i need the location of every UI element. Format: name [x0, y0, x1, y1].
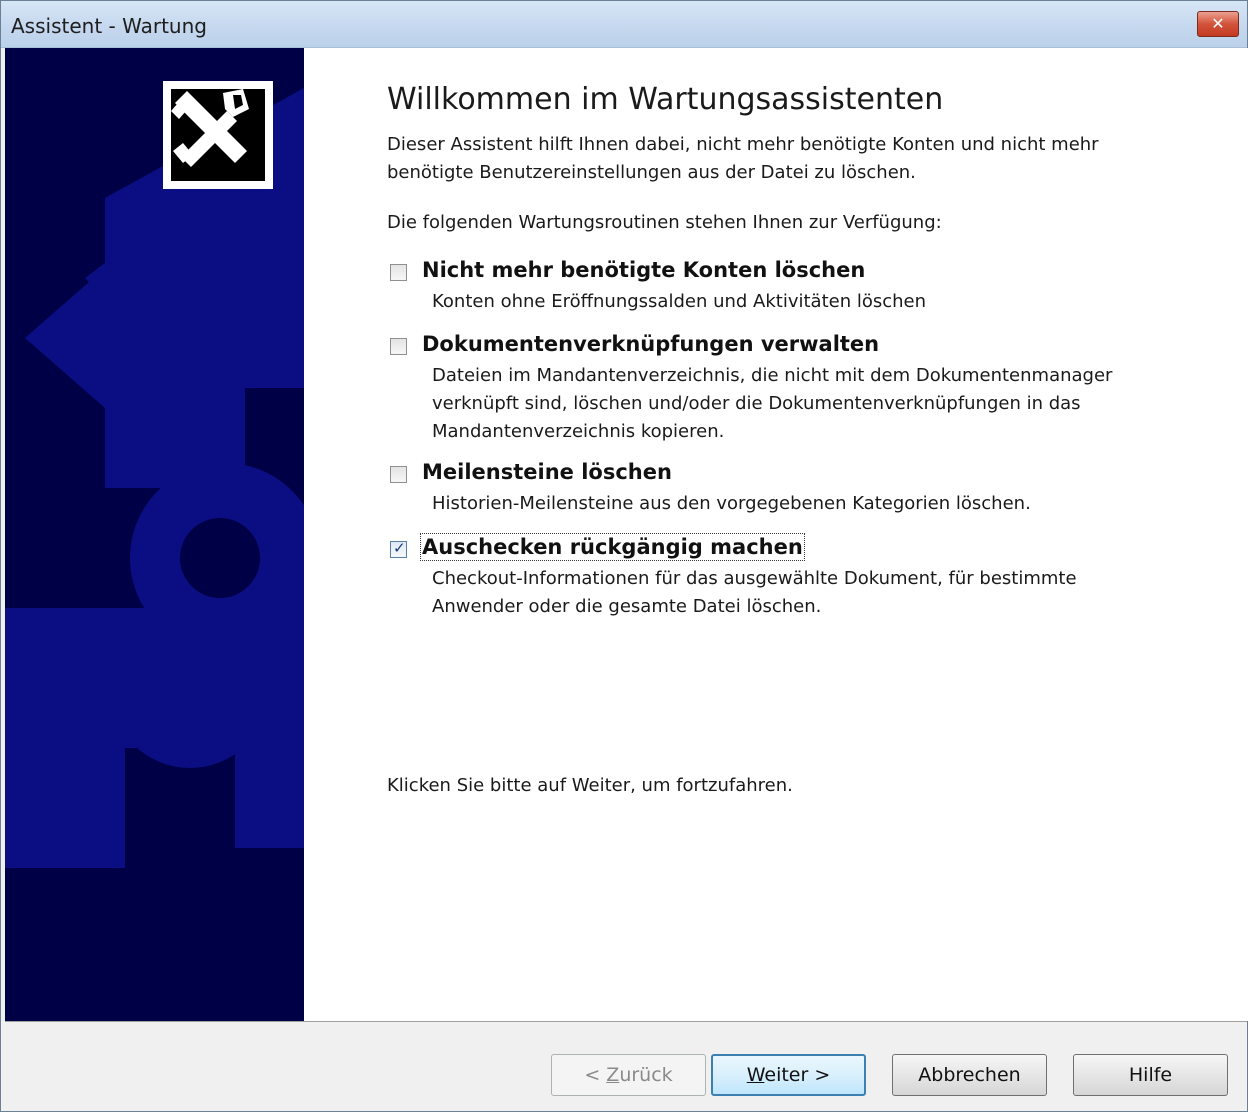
- tools-icon: [163, 81, 273, 189]
- footer-divider: [5, 1021, 1247, 1022]
- option-title[interactable]: Auschecken rückgängig machen: [420, 533, 805, 561]
- intro-text: Dieser Assistent hilft Ihnen dabei, nich…: [387, 134, 1099, 183]
- close-button[interactable]: ✕: [1197, 11, 1239, 37]
- wizard-sidebar: [5, 48, 304, 1021]
- next-button[interactable]: Weiter >: [711, 1054, 866, 1096]
- document-links-checkbox[interactable]: [390, 338, 407, 355]
- continue-hint: Klicken Sie bitte auf Weiter, um fortzuf…: [387, 775, 793, 796]
- option-description: Dateien im Mandantenverzeichnis, die nic…: [432, 365, 1113, 442]
- delete-milestones-checkbox[interactable]: [390, 466, 407, 483]
- back-button-label: urück: [619, 1064, 673, 1086]
- option-title[interactable]: Meilensteine löschen: [422, 460, 672, 484]
- undo-checkout-checkbox[interactable]: ✓: [390, 539, 407, 558]
- option-title[interactable]: Dokumentenverknüpfungen verwalten: [422, 332, 879, 356]
- wizard-content: Willkommen im Wartungsassistenten Dieser…: [304, 48, 1248, 1021]
- tools-watermark-graphic: [5, 88, 304, 868]
- back-button-prefix: <: [584, 1064, 607, 1086]
- help-button[interactable]: Hilfe: [1073, 1054, 1228, 1096]
- next-button-label: eiter >: [764, 1064, 831, 1086]
- option-description: Konten ohne Eröffnungssalden und Aktivit…: [432, 291, 927, 312]
- next-button-accel: W: [746, 1064, 765, 1086]
- options-lead-text: Die folgenden Wartungsroutinen stehen Ih…: [387, 212, 942, 233]
- option-title[interactable]: Nicht mehr benötigte Konten löschen: [422, 258, 865, 282]
- back-button[interactable]: < Zurück: [551, 1054, 706, 1096]
- window-title: Assistent - Wartung: [11, 14, 207, 38]
- back-button-accel: Z: [606, 1064, 620, 1086]
- wizard-window: Assistent - Wartung ✕ Willkommen im Wart…: [0, 0, 1248, 1112]
- option-description: Historien-Meilensteine aus den vorgegebe…: [432, 493, 1031, 514]
- cancel-button[interactable]: Abbrechen: [892, 1054, 1047, 1096]
- delete-accounts-checkbox[interactable]: [390, 264, 407, 281]
- checkmark-icon: ✓: [393, 539, 406, 557]
- title-bar[interactable]: Assistent - Wartung ✕: [1, 1, 1247, 48]
- close-icon: ✕: [1211, 14, 1225, 33]
- option-description: Checkout-Informationen für das ausgewähl…: [432, 568, 1077, 617]
- page-title: Willkommen im Wartungsassistenten: [387, 82, 944, 117]
